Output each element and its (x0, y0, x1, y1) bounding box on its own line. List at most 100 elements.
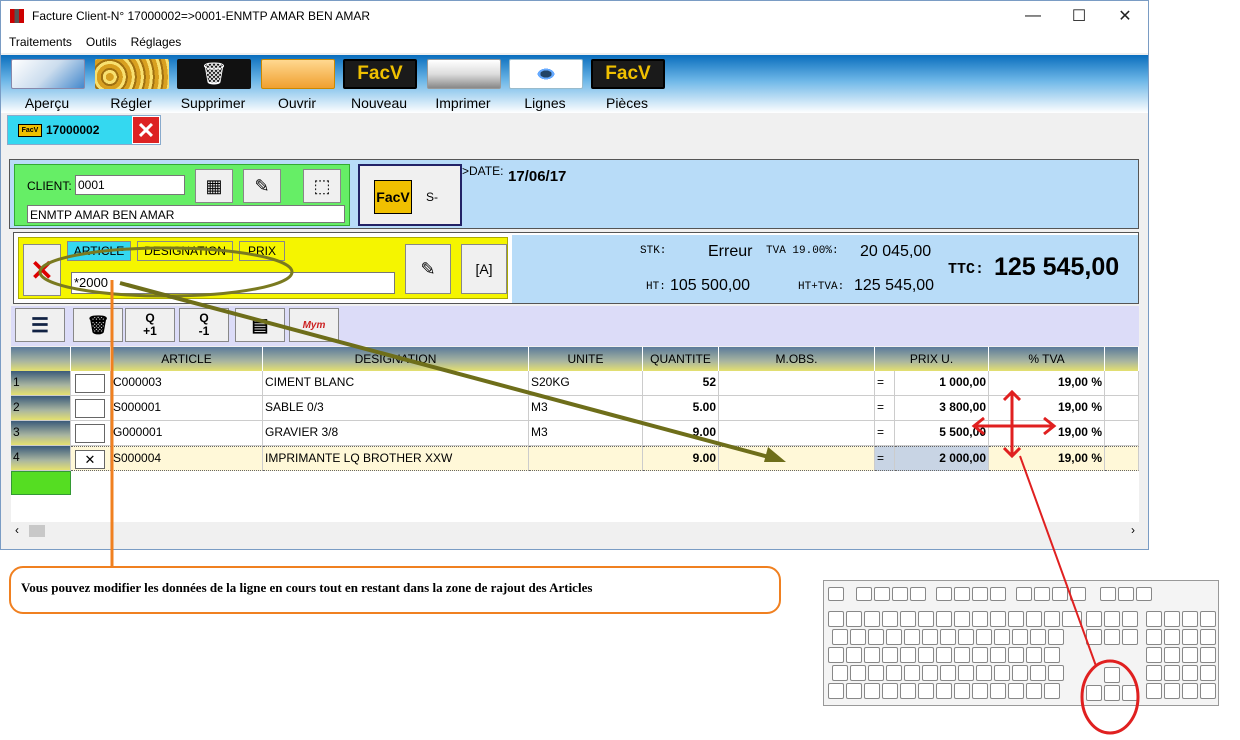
ouvrir-button[interactable]: Ouvrir (257, 57, 337, 113)
cell-unite: S20KG (529, 371, 643, 396)
header-tva[interactable]: % TVA (989, 347, 1105, 371)
trash-icon[interactable]: 🗑 (73, 308, 123, 342)
document-tab[interactable]: FacV 17000002 ✕ (7, 115, 161, 145)
table-row[interactable]: 3 G000001 GRAVIER 3/8 M3 9.00 = 5 500,00 19,00 … (11, 421, 1139, 446)
menu-traitements[interactable]: Traitements (9, 35, 72, 49)
header-prix[interactable]: PRIX U. (875, 347, 989, 371)
row-checkbox[interactable] (71, 396, 111, 421)
key-numpad (1146, 647, 1162, 663)
header-unite[interactable]: UNITE (529, 347, 643, 371)
menu-reglages[interactable]: Réglages (131, 35, 182, 49)
select-icon[interactable]: ⬚ (303, 169, 341, 203)
maximize-button[interactable]: ☐ (1056, 1, 1102, 31)
key-main (868, 629, 884, 645)
header-designation[interactable]: DESIGNATION (263, 347, 529, 371)
cell-mobs (719, 421, 875, 446)
tab-article[interactable]: ARTICLE (67, 241, 131, 261)
menu-icon[interactable]: ☰ (15, 308, 65, 342)
cell-designation: IMPRIMANTE LQ BROTHER XXW (263, 446, 529, 471)
header-article[interactable]: ARTICLE (111, 347, 263, 371)
key-backspace (1062, 611, 1082, 627)
checkbox-icon[interactable]: ✕ (75, 450, 105, 469)
checkbox-icon[interactable] (75, 399, 105, 418)
key-f (874, 587, 890, 601)
scroll-left-icon[interactable]: ‹ (15, 523, 19, 537)
client-name-field[interactable]: ENMTP AMAR BEN AMAR (27, 205, 345, 223)
checkbox-icon[interactable] (75, 424, 105, 443)
new-row-marker[interactable] (11, 471, 71, 495)
calculator-icon[interactable]: ▦ (195, 169, 233, 203)
cancel-line-icon[interactable]: ✕ (23, 244, 61, 296)
key-main (954, 611, 970, 627)
row-number: 2 (11, 396, 71, 421)
table-row[interactable]: 1 C000003 CIMENT BLANC S20KG 52 = 1 000,00 19,0… (11, 371, 1139, 396)
cell-unite: M3 (529, 396, 643, 421)
select-all-icon[interactable]: [A] (461, 244, 507, 294)
header-quantite[interactable]: QUANTITE (643, 347, 719, 371)
facv-icon: FacV (343, 59, 417, 89)
client-code-input[interactable]: 0001 (75, 175, 185, 195)
key-main (922, 629, 938, 645)
key-main (990, 611, 1006, 627)
close-document-icon[interactable]: ✕ (132, 116, 160, 144)
mym-icon[interactable]: Mym (289, 308, 339, 342)
article-input[interactable]: *2000 (71, 272, 395, 294)
key-nav (1086, 611, 1102, 627)
key-main (1026, 683, 1042, 699)
window-title: Facture Client-N° 17000002=>0001-ENMTP A… (32, 9, 371, 23)
ouvrir-label: Ouvrir (277, 95, 317, 111)
regler-button[interactable]: Régler (91, 57, 171, 113)
minimize-button[interactable]: — (1010, 1, 1056, 31)
key-f (954, 587, 970, 601)
lignes-label: Lignes (524, 95, 566, 111)
key-main (976, 629, 992, 645)
cell-designation: SABLE 0/3 (263, 396, 529, 421)
scroll-right-icon[interactable]: › (1131, 523, 1135, 537)
cell-mobs (719, 446, 875, 471)
key-numpad (1182, 629, 1198, 645)
row-checkbox[interactable] (71, 371, 111, 396)
imprimer-button[interactable]: Imprimer (423, 57, 503, 113)
key-numpad (1146, 683, 1162, 699)
notepad-icon[interactable]: ▤ (235, 308, 285, 342)
checkbox-icon[interactable] (75, 374, 105, 393)
tab-prix[interactable]: PRIX (239, 241, 285, 261)
scroll-thumb[interactable] (29, 525, 45, 537)
pieces-button[interactable]: FacV Pièces (587, 57, 667, 113)
cell-tva: 19,00 % (989, 371, 1105, 396)
cell-quantite: 9.00 (643, 421, 719, 446)
header-mobs[interactable]: M.OBS. (719, 347, 875, 371)
key-main (990, 647, 1006, 663)
menu-outils[interactable]: Outils (86, 35, 117, 49)
table-row[interactable]: 2 S000001 SABLE 0/3 M3 5.00 = 3 800,00 19,00 % (11, 396, 1139, 421)
horizontal-scrollbar[interactable]: ‹ › (11, 522, 1139, 540)
edit-icon[interactable]: ✎ (243, 169, 281, 203)
close-button[interactable]: ✕ (1102, 1, 1148, 31)
qty-minus-icon[interactable]: Q -1 (179, 308, 229, 342)
qty-plus-icon[interactable]: Q +1 (125, 308, 175, 342)
key-main (972, 683, 988, 699)
key-main (1008, 611, 1024, 627)
key-main (886, 629, 902, 645)
cell-designation: GRAVIER 3/8 (263, 421, 529, 446)
nouveau-button[interactable]: FacV Nouveau (339, 57, 419, 113)
cell-prix: 1 000,00 (895, 371, 989, 396)
table-row[interactable]: 4 ✕ S000004 IMPRIMANTE LQ BROTHER XXW 9.00 = 2… (11, 446, 1139, 471)
row-checkbox[interactable] (71, 421, 111, 446)
doc-type-button[interactable]: FacV S- (358, 164, 462, 226)
key-numpad (1164, 683, 1180, 699)
apercu-button[interactable]: Aperçu (7, 57, 87, 113)
row-number: 1 (11, 371, 71, 396)
lignes-button[interactable]: Lignes (505, 57, 585, 113)
row-checkbox[interactable]: ✕ (71, 446, 111, 471)
key-numpad (1164, 629, 1180, 645)
key-numpad (1146, 611, 1162, 627)
supprimer-button[interactable]: 🗑 Supprimer (173, 57, 253, 113)
qty-minus-label: -1 (198, 324, 210, 338)
edit-icon[interactable]: ✎ (405, 244, 451, 294)
key-numpad (1182, 647, 1198, 663)
tab-designation[interactable]: DESIGNATION (137, 241, 233, 261)
key-main (1044, 647, 1060, 663)
eye-icon (509, 59, 583, 89)
key-main (882, 647, 898, 663)
